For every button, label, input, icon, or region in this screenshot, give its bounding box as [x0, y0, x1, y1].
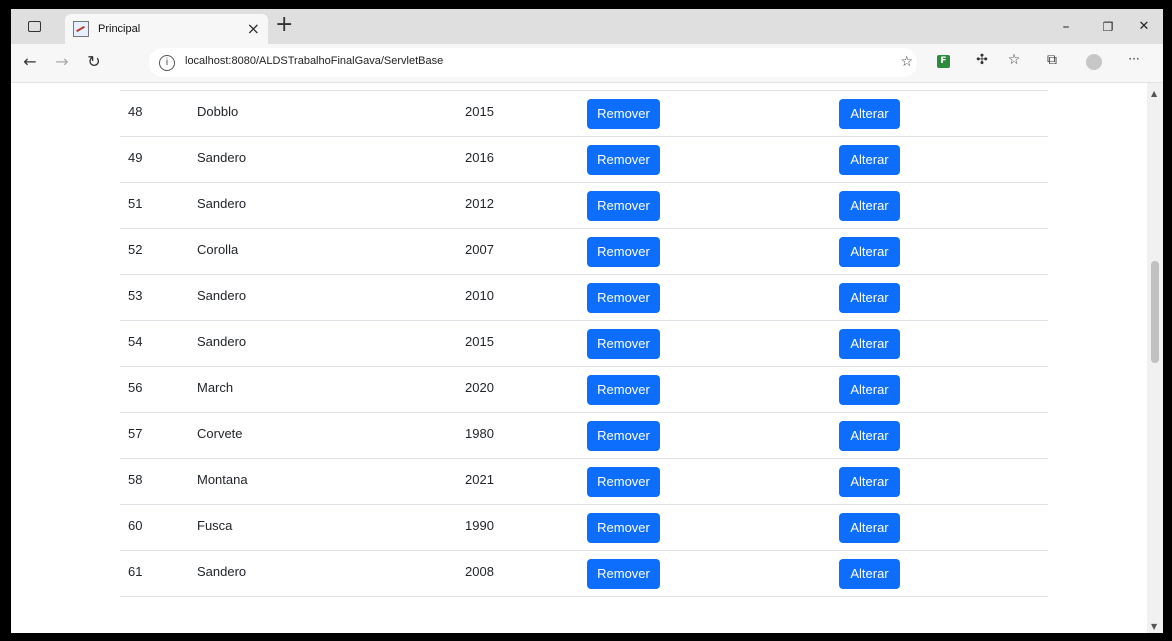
row-id: 60 [128, 518, 143, 533]
remove-button[interactable]: Remover [587, 329, 660, 359]
row-year: 1980 [465, 426, 494, 441]
row-id: 49 [128, 150, 143, 165]
row-year: 2015 [465, 334, 494, 349]
extension-icon[interactable]: F [937, 55, 950, 68]
tab-strip: Principal × + – ❐ ✕ [11, 9, 1163, 44]
remove-button[interactable]: Remover [587, 99, 660, 129]
alter-button[interactable]: Alterar [839, 145, 900, 175]
table-row: 53 Sandero 2010 Remover Alterar [120, 275, 1048, 321]
remove-button[interactable]: Remover [587, 421, 660, 451]
remove-button[interactable]: Remover [587, 513, 660, 543]
row-model: Montana [197, 472, 248, 487]
row-model: Sandero [197, 334, 247, 349]
row-id: 52 [128, 242, 143, 257]
scroll-down-icon[interactable]: ▼ [1151, 622, 1157, 631]
row-year: 2016 [465, 150, 494, 165]
site-info-icon[interactable]: i [159, 55, 175, 71]
row-year: 2015 [465, 104, 494, 119]
new-tab-icon[interactable]: + [275, 12, 293, 37]
alter-button[interactable]: Alterar [839, 237, 900, 267]
tab-principal[interactable]: Principal × [65, 14, 268, 44]
close-window-icon[interactable]: ✕ [1131, 9, 1157, 44]
vertical-scrollbar[interactable]: ▲ ▼ [1147, 83, 1163, 633]
row-id: 48 [128, 104, 143, 119]
remove-button[interactable]: Remover [587, 237, 660, 267]
url-text[interactable]: localhost:8080/ALDSTrabalhoFinalGava/Ser… [185, 55, 443, 67]
table-row: 54 Sandero 2015 Remover Alterar [120, 321, 1048, 367]
table-row: 58 Montana 2021 Remover Alterar [120, 459, 1048, 505]
alter-button[interactable]: Alterar [839, 421, 900, 451]
profile-avatar-icon[interactable] [1086, 54, 1102, 70]
table-row: 60 Fusca 1990 Remover Alterar [120, 505, 1048, 551]
vehicle-table: 47Hylux2020RemoverAlterar 48 Dobblo 2015 Rem… [120, 83, 1048, 597]
row-id: 56 [128, 380, 143, 395]
row-model: Dobblo [197, 104, 239, 119]
restore-icon[interactable]: ❐ [1095, 9, 1121, 44]
add-favorite-icon[interactable]: ☆ [900, 54, 913, 70]
alter-button[interactable]: Alterar [839, 559, 900, 589]
tab-title: Principal [98, 23, 141, 35]
table-row: 48 Dobblo 2015 Remover Alterar [120, 91, 1048, 137]
row-year: 2008 [465, 564, 494, 579]
close-tab-icon[interactable]: × [247, 19, 260, 38]
row-model: Fusca [197, 518, 233, 533]
row-id: 53 [128, 288, 143, 303]
page-content: 47Hylux2020RemoverAlterar 48 Dobblo 2015 Rem… [11, 83, 1147, 633]
refresh-icon[interactable]: ↻ [83, 52, 105, 71]
favorites-icon[interactable]: ☆ [1003, 52, 1025, 68]
row-year: 1990 [465, 518, 494, 533]
row-model: Corvete [197, 426, 243, 441]
extensions-puzzle-icon[interactable]: ✣ [971, 52, 993, 68]
minimize-icon[interactable]: – [1053, 9, 1079, 44]
row-model: March [197, 380, 234, 395]
table-row: 61 Sandero 2008 Remover Alterar [120, 551, 1048, 597]
table-row: 52 Corolla 2007 Remover Alterar [120, 229, 1048, 275]
row-year: 2020 [465, 380, 494, 395]
alter-button[interactable]: Alterar [839, 191, 900, 221]
row-model: Sandero [197, 150, 247, 165]
forward-arrow-icon[interactable]: → [51, 52, 73, 71]
table-row: 51 Sandero 2012 Remover Alterar [120, 183, 1048, 229]
remove-button[interactable]: Remover [587, 467, 660, 497]
row-year: 2012 [465, 196, 494, 211]
alter-button[interactable]: Alterar [839, 329, 900, 359]
browser-window: Principal × + – ❐ ✕ ← → ↻ i localhost:80… [11, 9, 1163, 633]
remove-button[interactable]: Remover [587, 559, 660, 589]
row-model: Corolla [197, 242, 239, 257]
browser-toolbar: ← → ↻ i localhost:8080/ALDSTrabalhoFinal… [11, 44, 1163, 83]
alter-button[interactable]: Alterar [839, 99, 900, 129]
alter-button[interactable]: Alterar [839, 283, 900, 313]
row-id: 57 [128, 426, 143, 441]
row-id: 61 [128, 564, 143, 579]
scroll-up-icon[interactable]: ▲ [1151, 89, 1157, 98]
alter-button[interactable]: Alterar [839, 513, 900, 543]
table-row: 49 Sandero 2016 Remover Alterar [120, 137, 1048, 183]
row-year: 2021 [465, 472, 494, 487]
tab-actions-icon[interactable] [19, 9, 49, 44]
table-row: 57 Corvete 1980 Remover Alterar [120, 413, 1048, 459]
more-menu-icon[interactable]: ··· [1123, 52, 1145, 66]
table-row: 56 March 2020 Remover Alterar [120, 367, 1048, 413]
alter-button[interactable]: Alterar [839, 467, 900, 497]
row-model: Sandero [197, 288, 247, 303]
row-id: 58 [128, 472, 143, 487]
row-model: Sandero [197, 196, 247, 211]
row-model: Sandero [197, 564, 247, 579]
alter-button[interactable]: Alterar [839, 375, 900, 405]
table-row: 47Hylux2020RemoverAlterar [120, 83, 1048, 91]
remove-button[interactable]: Remover [587, 145, 660, 175]
address-bar[interactable]: i localhost:8080/ALDSTrabalhoFinalGava/S… [149, 48, 917, 77]
row-id: 54 [128, 334, 143, 349]
page-favicon-icon [73, 21, 89, 37]
scrollbar-thumb[interactable] [1151, 261, 1159, 363]
remove-button[interactable]: Remover [587, 375, 660, 405]
remove-button[interactable]: Remover [587, 283, 660, 313]
row-id: 51 [128, 196, 143, 211]
row-year: 2010 [465, 288, 494, 303]
collections-icon[interactable]: ⧉ [1041, 52, 1063, 68]
back-arrow-icon[interactable]: ← [19, 52, 41, 71]
remove-button[interactable]: Remover [587, 191, 660, 221]
row-year: 2007 [465, 242, 494, 257]
